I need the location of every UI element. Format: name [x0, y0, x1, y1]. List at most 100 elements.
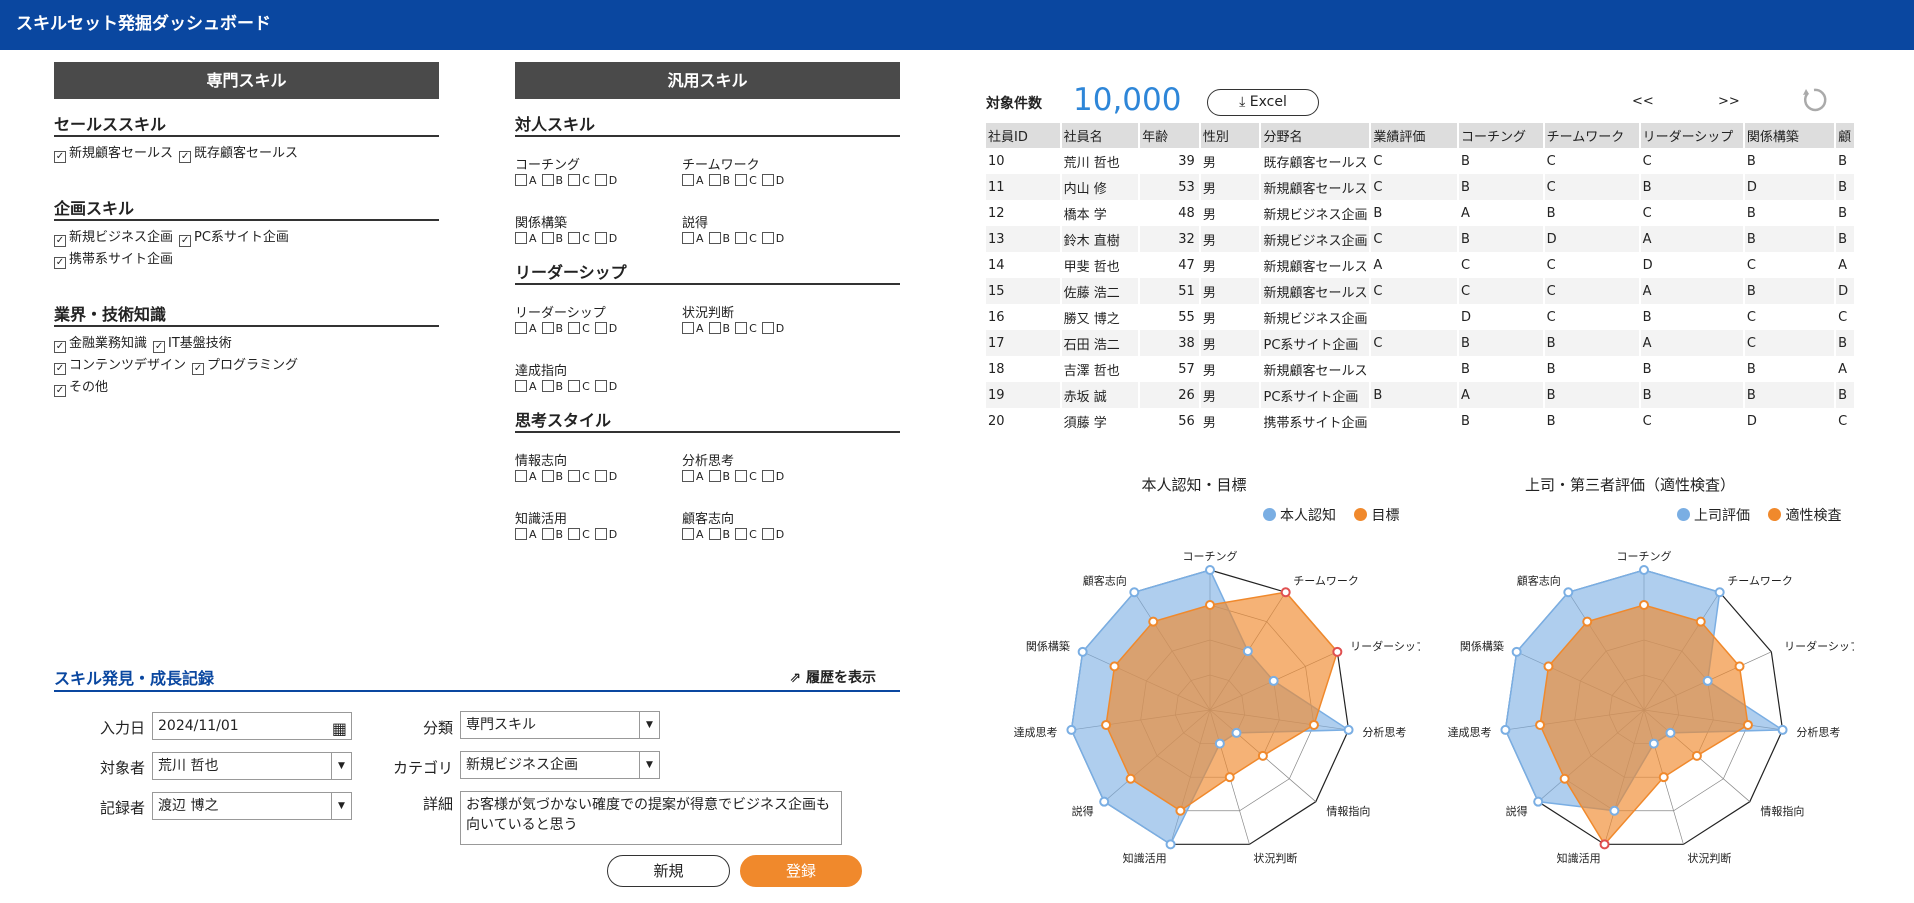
table-row[interactable]: 19 赤坂 誠 26 男 PC系サイト企画 B A B B B B — [986, 382, 1855, 408]
grade-option[interactable]: C — [568, 322, 590, 335]
detail-textarea[interactable]: お客様が気づかない確度での提案が得意でビジネス企画も向いていると思う — [460, 791, 842, 845]
checkbox[interactable] — [708, 470, 721, 482]
grade-option[interactable]: C — [735, 174, 757, 187]
radar-point[interactable] — [1077, 646, 1088, 657]
radar-point[interactable] — [1702, 675, 1713, 686]
radar-point[interactable] — [1066, 724, 1077, 735]
checkbox[interactable] — [594, 174, 607, 186]
skill-checkbox-item[interactable]: ✓ 既存顧客セールス — [179, 146, 298, 163]
radar-point[interactable] — [1533, 796, 1544, 807]
table-row[interactable]: 15 佐藤 浩二 51 男新規顧客セールス C C C A B D — [986, 278, 1855, 304]
radar-point[interactable] — [1535, 719, 1546, 730]
radar-point[interactable] — [1639, 565, 1649, 575]
column-header[interactable]: リーダーシップ — [1639, 123, 1745, 148]
column-header[interactable]: 顧 — [1835, 123, 1856, 148]
grade-option[interactable]: B — [708, 322, 730, 335]
checkbox[interactable] — [541, 232, 554, 244]
checkbox-checked[interactable]: ✓ — [192, 363, 205, 375]
column-header[interactable]: 社員名 — [1060, 123, 1141, 148]
excel-export-button[interactable]: ⤓ Excel — [1207, 89, 1319, 116]
table-row[interactable]: 20 須藤 学 56 男 携帯系サイト企画 B B C D C — [986, 408, 1855, 434]
grade-option[interactable]: D — [761, 322, 784, 335]
category-select[interactable]: 新規ビジネス企画 ▼ — [460, 751, 660, 779]
checkbox-checked[interactable]: ✓ — [54, 341, 66, 353]
grade-option[interactable]: C — [568, 528, 590, 541]
checkbox[interactable] — [568, 322, 581, 334]
skill-checkbox-item[interactable]: ✓ IT基盤技術 — [153, 336, 232, 353]
checkbox[interactable] — [682, 174, 694, 186]
grade-option[interactable]: A — [515, 322, 537, 335]
table-row[interactable]: 18 吉澤 哲也 57 男 新規顧客セールス B B B B A — [986, 356, 1855, 382]
radar-point[interactable] — [1648, 738, 1659, 749]
grade-option[interactable]: B — [541, 232, 563, 245]
grade-option[interactable]: B — [708, 174, 730, 187]
table-row[interactable]: 16 勝又 博之 55 男 新規ビジネス企画 D C B C C — [986, 304, 1855, 330]
checkbox[interactable] — [515, 174, 527, 186]
radar-point[interactable] — [1511, 646, 1522, 657]
radar-point[interactable] — [1777, 724, 1788, 735]
radar-point[interactable] — [1543, 661, 1554, 672]
grade-option[interactable]: A — [682, 232, 704, 245]
checkbox[interactable] — [568, 380, 581, 392]
radar-point[interactable] — [1175, 805, 1186, 816]
grade-option[interactable]: D — [594, 322, 617, 335]
radar-point[interactable] — [1714, 587, 1725, 598]
checkbox-checked[interactable]: ✓ — [153, 341, 166, 353]
checkbox-checked[interactable]: ✓ — [54, 235, 66, 247]
grade-option[interactable]: D — [594, 528, 617, 541]
column-header[interactable]: 年齢 — [1139, 123, 1201, 148]
skill-checkbox-item[interactable]: ✓ コンテンツデザイン — [54, 358, 186, 375]
radar-point[interactable] — [1658, 772, 1669, 783]
radar-point[interactable] — [1742, 719, 1753, 730]
checkbox[interactable] — [761, 470, 774, 482]
checkbox[interactable] — [735, 322, 748, 334]
checkbox-checked[interactable]: ✓ — [54, 151, 66, 163]
checkbox[interactable] — [735, 528, 748, 540]
checkbox-checked[interactable]: ✓ — [179, 235, 192, 247]
type-select[interactable]: 専門スキル ▼ — [460, 711, 660, 739]
radar-point[interactable] — [1099, 796, 1110, 807]
radar-point[interactable] — [1109, 661, 1120, 672]
checkbox[interactable] — [541, 470, 554, 482]
skill-checkbox-item[interactable]: ✓ 新規ビジネス企画 — [54, 230, 173, 247]
chevron-down-icon[interactable]: ▼ — [331, 793, 351, 819]
grade-option[interactable]: D — [594, 380, 617, 393]
checkbox[interactable] — [515, 528, 527, 540]
radar-point[interactable] — [1280, 587, 1291, 598]
grade-option[interactable]: A — [682, 322, 704, 335]
grade-option[interactable]: B — [541, 322, 563, 335]
grade-option[interactable]: D — [594, 174, 617, 187]
column-header[interactable]: 業績評価 — [1370, 123, 1459, 148]
checkbox[interactable] — [594, 380, 607, 392]
radar-point[interactable] — [1734, 661, 1745, 672]
radar-point[interactable] — [1691, 750, 1702, 761]
checkbox[interactable] — [594, 322, 607, 334]
grade-option[interactable]: D — [761, 232, 784, 245]
checkbox[interactable] — [568, 174, 581, 186]
checkbox[interactable] — [594, 232, 607, 244]
checkbox[interactable] — [761, 322, 774, 334]
grade-option[interactable]: B — [541, 470, 563, 483]
grade-option[interactable]: A — [682, 174, 704, 187]
skill-checkbox-item[interactable]: ✓ プログラミング — [192, 358, 298, 375]
grade-option[interactable]: C — [568, 174, 590, 187]
checkbox[interactable] — [735, 174, 748, 186]
grade-option[interactable]: A — [515, 528, 537, 541]
grade-option[interactable]: D — [761, 174, 784, 187]
skill-checkbox-item[interactable]: ✓ 新規顧客セールス — [54, 146, 173, 163]
column-header[interactable]: 性別 — [1199, 123, 1262, 148]
grade-option[interactable]: B — [708, 470, 730, 483]
checkbox-checked[interactable]: ✓ — [54, 363, 66, 375]
checkbox[interactable] — [735, 232, 748, 244]
show-history-link[interactable]: ⇗ 履歴を表示 — [789, 667, 876, 687]
checkbox[interactable] — [515, 470, 527, 482]
checkbox-checked[interactable]: ✓ — [179, 151, 192, 163]
checkbox[interactable] — [515, 232, 527, 244]
checkbox[interactable] — [541, 174, 554, 186]
chevron-down-icon[interactable]: ▼ — [639, 712, 659, 738]
radar-point[interactable] — [1639, 600, 1649, 610]
skill-checkbox-item[interactable]: ✓ PC系サイト企画 — [179, 230, 289, 247]
radar-point[interactable] — [1101, 719, 1112, 730]
checkbox[interactable] — [541, 380, 554, 392]
checkbox[interactable] — [735, 470, 748, 482]
